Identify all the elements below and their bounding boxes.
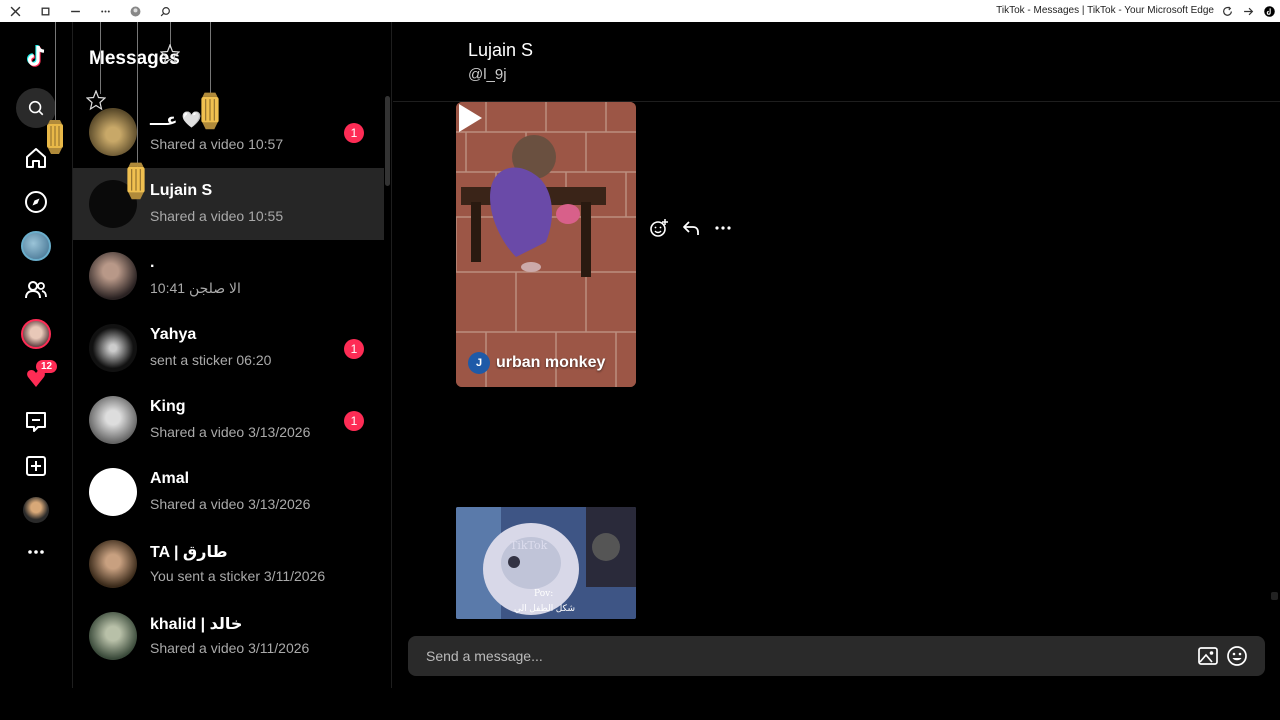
video-overlay-text: TikTok [510,539,548,552]
friend-avatar[interactable] [14,314,58,354]
profile-avatar[interactable] [14,490,58,530]
lantern-string [210,22,211,94]
author-name: urban monkey [496,354,606,371]
conversation-preview: Shared a video 3/13/2026 [150,424,311,440]
avatar [89,324,137,372]
unread-badge: 1 [344,411,364,431]
compass-icon[interactable] [14,182,58,222]
conversation-name: Lujain S [150,182,213,199]
conversation-preview: الا صلجن 10:41 [150,280,241,296]
video-overlay-text: شكل الطفل الي [514,603,576,613]
activity-badge: 12 [36,360,58,373]
page-scrollbar[interactable] [1271,592,1278,600]
conversation-item[interactable]: Yahya sent a sticker 06:20 1 [73,312,384,384]
conversation-item[interactable]: TA | طارق You sent a sticker 3/11/2026 [73,528,384,600]
video-overlay-text: Pov: [534,589,554,599]
lantern-icon [201,92,219,130]
video-thumbnail [456,102,636,387]
conversation-preview: You sent a sticker 3/11/2026 [150,568,326,584]
conversation-name: khalid | خالد [150,616,243,633]
people-icon[interactable] [14,270,58,310]
tiktok-favicon-icon [1259,0,1280,22]
shared-video-card[interactable]: J urban monkey [456,102,636,387]
star-icon [86,90,106,111]
inbox-icon[interactable]: 12 [14,358,58,398]
chat-header: Lujain S @l_9j [393,22,1280,102]
search-icon [28,100,44,116]
conversation-item[interactable]: King Shared a video 3/13/2026 1 [73,384,384,456]
tiktok-logo-icon[interactable] [14,36,58,76]
conversation-item[interactable]: khalid | خالد Shared a video 3/11/2026 [73,600,384,672]
restore-icon[interactable] [30,0,60,22]
conversation-name: Amal [150,470,190,487]
conversation-list-scrollbar[interactable] [385,96,390,186]
message-composer [408,636,1265,676]
browser-titlebar: TikTok - Messages | TikTok - Your Micros… [0,0,1280,22]
conversation-preview: Shared a video 10:57 [150,136,284,152]
avatar [89,108,137,156]
refresh-icon[interactable] [1217,0,1238,22]
avatar [89,612,137,660]
play-icon[interactable] [456,102,484,134]
lantern-string [137,22,138,170]
more-icon[interactable] [90,0,120,22]
shared-video-card[interactable]: TikTok Pov: شكل الطفل الي [456,507,636,619]
message-icon[interactable] [14,402,58,442]
avatar [89,540,137,588]
avatar [89,396,137,444]
message-actions [648,217,734,239]
image-icon[interactable] [1197,645,1219,667]
lantern-string [55,22,56,122]
chat-panel: Lujain S @l_9j J urban monkey TikTok Pov… [393,22,1280,720]
conversation-item[interactable]: عـــ 🤍 Shared a video 10:57 1 [73,96,384,168]
more-options-icon[interactable] [712,217,734,239]
plus-square-icon[interactable] [14,446,58,486]
conversation-name: King [150,398,186,415]
lantern-icon [47,120,63,154]
chat-contact-name[interactable]: Lujain S [468,40,533,61]
more-icon[interactable] [14,532,58,572]
conversation-name: TA | طارق [150,544,228,561]
star-icon [160,44,180,65]
author-avatar: J [468,352,490,374]
conversation-item[interactable]: . الا صلجن 10:41 [73,240,384,312]
message-input[interactable] [426,636,1186,676]
add-reaction-icon[interactable] [648,217,670,239]
conversation-list: Messages عـــ 🤍 Shared a video 10:57 1 L… [72,22,392,688]
conversation-preview: Shared a video 3/11/2026 [150,640,310,656]
conversation-item[interactable]: Amal Shared a video 3/13/2026 [73,456,384,528]
conversation-name: . [150,254,155,271]
unread-badge: 1 [344,339,364,359]
lantern-icon [127,162,145,200]
avatar [89,468,137,516]
avatar [89,252,137,300]
video-author: J urban monkey [468,352,605,374]
zoom-icon[interactable] [150,0,180,22]
minimize-icon[interactable] [60,0,90,22]
conversation-name: عـــ 🤍 [150,112,202,129]
unread-badge: 1 [344,123,364,143]
chat-contact-handle[interactable]: @l_9j [468,66,507,83]
forward-icon[interactable] [1238,0,1259,22]
reply-icon[interactable] [680,217,702,239]
live-avatar[interactable] [14,226,58,266]
close-icon[interactable] [0,0,30,22]
conversation-item-active[interactable]: Lujain S Shared a video 10:55 [73,168,384,240]
conversation-preview: Shared a video 3/13/2026 [150,496,311,512]
conversation-preview: Shared a video 10:55 [150,208,284,224]
window-title: TikTok - Messages | TikTok - Your Micros… [996,5,1214,16]
conversation-preview: sent a sticker 06:20 [150,352,272,368]
emoji-icon[interactable] [1226,645,1248,667]
conversation-name: Yahya [150,326,197,343]
profile-icon[interactable] [120,0,150,22]
lantern-string [100,22,101,94]
